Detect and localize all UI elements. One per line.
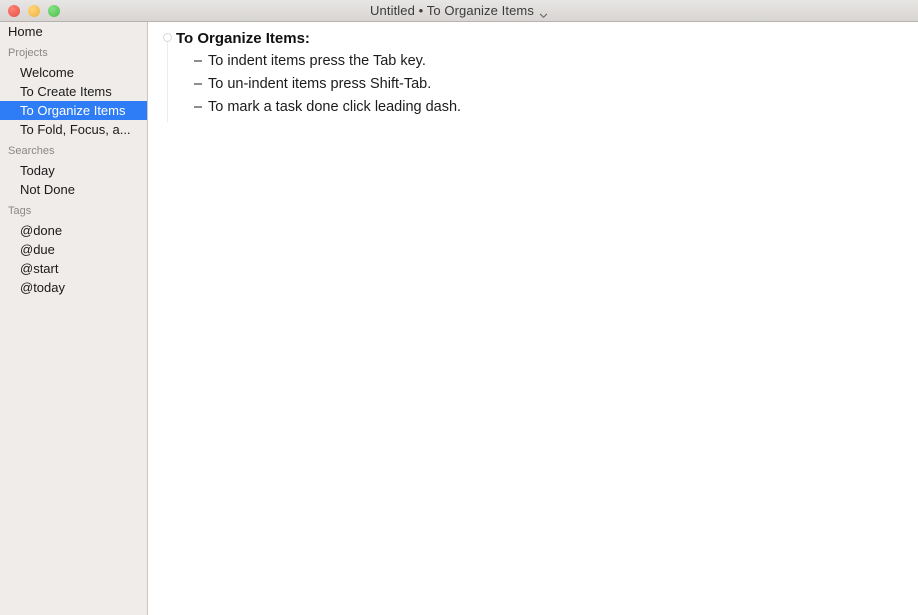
outline-editor[interactable]: To Organize Items: – To indent items pre… bbox=[149, 22, 918, 615]
outline-row-text[interactable]: To mark a task done click leading dash. bbox=[208, 96, 461, 119]
sidebar-item-to-create-items[interactable]: To Create Items bbox=[0, 82, 147, 101]
minimize-window-button[interactable] bbox=[28, 4, 40, 17]
outline-row[interactable]: – To un-indent items press Shift-Tab. bbox=[149, 73, 918, 96]
outline-row[interactable]: – To indent items press the Tab key. bbox=[149, 50, 918, 73]
window-title: Untitled • To Organize Items bbox=[370, 3, 534, 18]
sidebar-item-home[interactable]: Home bbox=[0, 22, 147, 41]
window-title-group: Untitled • To Organize Items bbox=[0, 0, 918, 21]
outline-document: To Organize Items: – To indent items pre… bbox=[149, 27, 918, 119]
app-window: Untitled • To Organize Items Home Projec… bbox=[0, 0, 918, 615]
window-controls bbox=[8, 0, 60, 21]
sidebar-item-tag-start[interactable]: @start bbox=[0, 259, 147, 278]
chevron-down-icon[interactable] bbox=[539, 7, 548, 18]
outline-row[interactable]: – To mark a task done click leading dash… bbox=[149, 96, 918, 119]
leading-dash-icon[interactable]: – bbox=[194, 50, 208, 73]
sidebar-section-header-tags: Tags bbox=[8, 205, 32, 217]
sidebar-item-today[interactable]: Today bbox=[0, 161, 147, 180]
outline-row-text[interactable]: To un-indent items press Shift-Tab. bbox=[208, 73, 431, 96]
leading-dash-icon[interactable]: – bbox=[194, 73, 208, 96]
sidebar-item-not-done[interactable]: Not Done bbox=[0, 180, 147, 199]
outline-heading[interactable]: To Organize Items: bbox=[149, 27, 918, 50]
title-bar: Untitled • To Organize Items bbox=[0, 0, 918, 22]
sidebar-item-welcome[interactable]: Welcome bbox=[0, 63, 147, 82]
sidebar-item-tag-done[interactable]: @done bbox=[0, 221, 147, 240]
sidebar-section-header-searches: Searches bbox=[8, 145, 55, 157]
sidebar-item-to-fold-focus[interactable]: To Fold, Focus, a... bbox=[0, 120, 147, 139]
leading-dash-icon[interactable]: – bbox=[194, 96, 208, 119]
close-window-button[interactable] bbox=[8, 4, 20, 17]
sidebar-item-tag-today[interactable]: @today bbox=[0, 278, 147, 297]
sidebar-item-tag-due[interactable]: @due bbox=[0, 240, 147, 259]
sidebar[interactable]: Home Projects Welcome To Create Items To… bbox=[0, 22, 148, 615]
outline-row-text[interactable]: To indent items press the Tab key. bbox=[208, 50, 426, 73]
sidebar-section-header-projects: Projects bbox=[8, 47, 48, 59]
zoom-window-button[interactable] bbox=[48, 4, 60, 17]
sidebar-item-to-organize-items[interactable]: To Organize Items bbox=[0, 101, 147, 120]
